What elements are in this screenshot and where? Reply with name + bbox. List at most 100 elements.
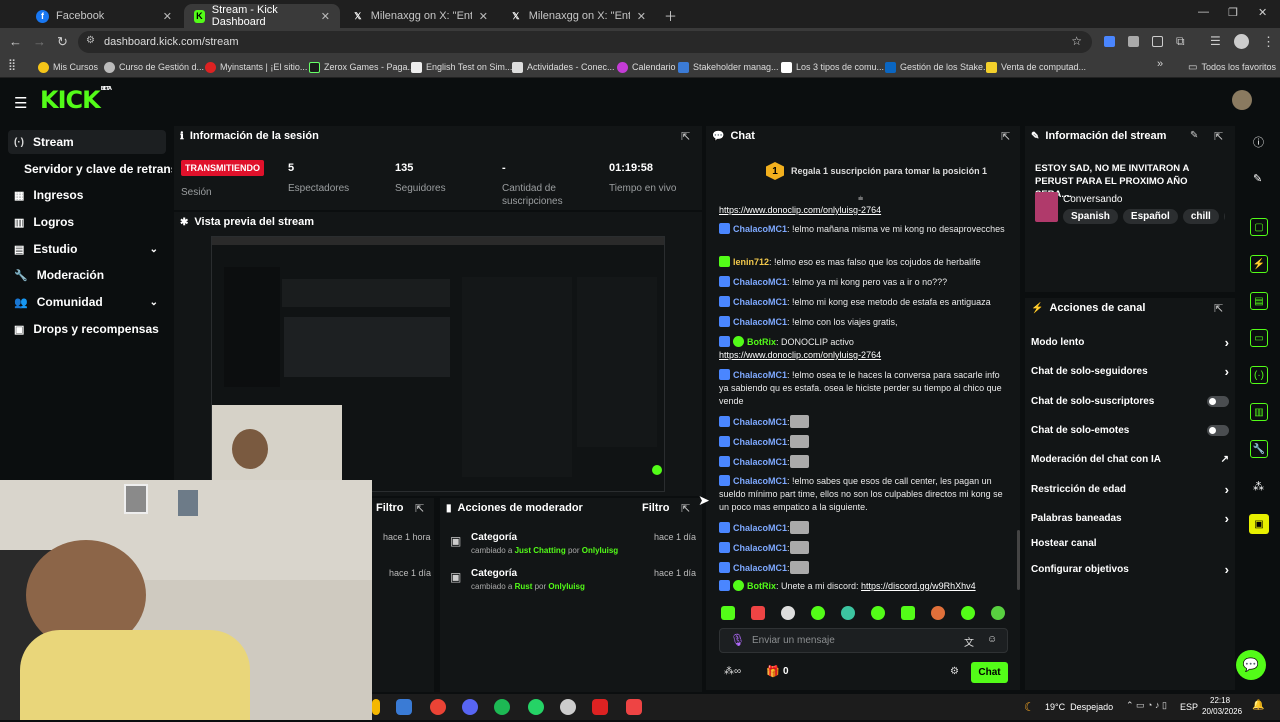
forward-icon[interactable]: → [33, 34, 46, 49]
obs-icon[interactable] [560, 699, 576, 715]
chat-username[interactable]: ChalacoMC1 [733, 297, 787, 307]
minimize-icon[interactable]: — [1198, 6, 1209, 18]
chrome-icon[interactable] [430, 699, 446, 715]
bookmark-item[interactable]: Gestión de los Stake... [885, 59, 991, 75]
spotify-icon[interactable] [494, 699, 510, 715]
popout-icon[interactable]: ⇱ [1001, 130, 1010, 143]
tag-pill[interactable]: Spanish [1063, 209, 1118, 224]
tab-x-post-2[interactable]: 𝕏 Milenaxgg on X: "Entrevista al s ✕ [500, 4, 656, 28]
media-icon[interactable]: ☰ [1210, 34, 1221, 48]
profile-avatar[interactable] [1234, 34, 1249, 49]
subs-only-toggle[interactable] [1207, 395, 1229, 407]
chat-settings-icon[interactable]: ⚙ [950, 666, 959, 677]
chat-scrollbar[interactable] [1017, 530, 1020, 590]
emote-button[interactable] [841, 606, 855, 620]
emote-button[interactable] [961, 606, 975, 620]
chat-username[interactable]: ChalacoMC1 [733, 224, 787, 234]
gift-sub-prompt[interactable]: Regala 1 suscripción para tomar la posic… [791, 166, 987, 176]
action-host-channel[interactable]: Hostear canal [1031, 535, 1229, 551]
action-followers-only[interactable]: Chat de solo-seguidores › [1031, 363, 1229, 379]
chat-send-button[interactable]: Chat [971, 662, 1008, 683]
broadcast-icon[interactable]: (·) [1250, 366, 1268, 384]
emote-button[interactable] [931, 606, 945, 620]
popout-icon[interactable]: ⇱ [1214, 130, 1223, 143]
chat-username[interactable]: BotRix [747, 337, 776, 347]
chat-link[interactable]: https://www.donoclip.com/onlyluisg-2764 [719, 350, 881, 360]
sidebar-item-studio[interactable]: ▤ Estudio ⌄ [8, 237, 166, 261]
bookmark-item[interactable]: Calendario [617, 59, 676, 75]
emote-button[interactable] [781, 606, 795, 620]
chat-username[interactable]: ChalacoMC1 [733, 523, 787, 533]
address-bar[interactable]: ⚙ dashboard.kick.com/stream ☆ [78, 31, 1092, 53]
info-circle-icon[interactable]: ⓘ [1253, 134, 1264, 150]
tag-pill[interactable]: Español [1122, 209, 1178, 224]
all-bookmarks[interactable]: ▭ Todos los favoritos [1188, 59, 1276, 75]
sidebar-item-server-key[interactable]: Servidor y clave de retransm [18, 157, 172, 181]
bookmark-item[interactable]: Los 3 tipos de comu... [781, 59, 884, 75]
close-icon[interactable]: ✕ [321, 10, 330, 23]
action-configure-goals[interactable]: Configurar objetivos › [1031, 561, 1229, 577]
category-name[interactable]: Conversando [1063, 194, 1122, 205]
apps-icon[interactable]: ⣿ [8, 58, 16, 71]
app-icon[interactable] [592, 699, 608, 715]
sidebar-item-moderation[interactable]: 🔧 Moderación [8, 263, 166, 287]
new-tab-icon[interactable]: ＋ [664, 6, 677, 25]
emoji-icon[interactable]: ☺ [987, 634, 997, 645]
store-icon[interactable] [396, 699, 412, 715]
chat-username[interactable]: ChalacoMC1 [733, 543, 787, 553]
clock-time[interactable]: 22:18 [1210, 696, 1230, 705]
chat-link[interactable]: https://discord.gg/w9RhXhv4 [861, 581, 976, 591]
bookmark-item[interactable]: Actividades - Conec... [512, 59, 615, 75]
tab-x-post-1[interactable]: 𝕏 Milenaxgg on X: "Entrevista al s ✕ [342, 4, 498, 28]
chat-username[interactable]: ChalacoMC1 [733, 563, 787, 573]
clock-date[interactable]: 20/03/2026 [1202, 707, 1242, 716]
wrench-icon[interactable]: 🔧 [1250, 440, 1268, 458]
emote-button[interactable] [991, 606, 1005, 620]
bookmark-item[interactable]: Myinstants | ¡El sitio... [205, 59, 307, 75]
popout-icon[interactable]: ⇱ [1214, 302, 1223, 315]
clip-icon[interactable]: ▢ [1250, 218, 1268, 236]
emote-button[interactable] [871, 606, 885, 620]
popout-icon[interactable]: ⇱ [415, 502, 424, 515]
pinned-indicator-icon[interactable]: ⩧ [858, 193, 863, 204]
tag-pill[interactable]: chill [1182, 209, 1219, 224]
sidebar-item-drops[interactable]: ▣ Drops y recompensas [8, 317, 166, 341]
filter-label[interactable]: Filtro [376, 502, 404, 514]
menu-icon[interactable]: ⋮ [1262, 34, 1275, 50]
bookmark-item[interactable]: Zerox Games - Paga... [309, 59, 415, 75]
chat-username[interactable]: ChalacoMC1 [733, 417, 787, 427]
extension-icon[interactable] [1152, 36, 1163, 47]
action-age-restriction[interactable]: Restricción de edad › [1031, 481, 1229, 497]
support-chat-button[interactable]: 💬 [1236, 650, 1266, 680]
chat-username[interactable]: ChalacoMC1 [733, 457, 787, 467]
action-ai-moderation[interactable]: Moderación del chat con IA ↗ [1031, 451, 1229, 467]
file-explorer-icon[interactable] [372, 699, 380, 715]
bookmark-star-icon[interactable]: ☆ [1071, 34, 1082, 48]
pencil-icon[interactable]: ✎ [1253, 172, 1262, 185]
chat-link[interactable]: https://www.donoclip.com/onlyluisg-2764 [719, 205, 881, 215]
sidebar-item-achievements[interactable]: ▥ Logros [8, 210, 166, 234]
tab-facebook[interactable]: f Facebook ✕ [26, 4, 182, 28]
window-close-icon[interactable]: ✕ [1258, 6, 1267, 19]
chat-username[interactable]: ChalacoMC1 [733, 370, 787, 380]
discord-icon[interactable] [462, 699, 478, 715]
popout-icon[interactable]: ⇱ [681, 502, 690, 515]
more-bookmarks-icon[interactable]: » [1157, 58, 1163, 70]
puzzle-icon[interactable]: ⧉ [1176, 34, 1185, 49]
sidebar-item-revenue[interactable]: ▦ Ingresos [8, 183, 166, 207]
community-icon[interactable]: ⁂ [1253, 480, 1264, 493]
site-info-icon[interactable]: ⚙ [86, 35, 95, 46]
edit-icon[interactable]: ✎ [1190, 130, 1198, 141]
chat-username[interactable]: ChalacoMC1 [733, 476, 787, 486]
gift-icon[interactable]: 🎁 [766, 665, 780, 678]
close-icon[interactable]: ✕ [479, 10, 488, 23]
action-slow-mode[interactable]: Modo lento › [1031, 334, 1229, 350]
document-icon[interactable]: ▤ [1250, 292, 1268, 310]
whatsapp-icon[interactable] [528, 699, 544, 715]
tray-icons[interactable]: ⌃ ▭ ◔ ♪ ▯ [1126, 700, 1167, 711]
close-icon[interactable]: ✕ [163, 10, 172, 23]
reload-icon[interactable]: ↻ [57, 34, 68, 50]
close-icon[interactable]: ✕ [637, 10, 646, 23]
extension-icon[interactable] [1104, 36, 1115, 47]
kick-logo[interactable]: KICKBETA [40, 86, 112, 114]
